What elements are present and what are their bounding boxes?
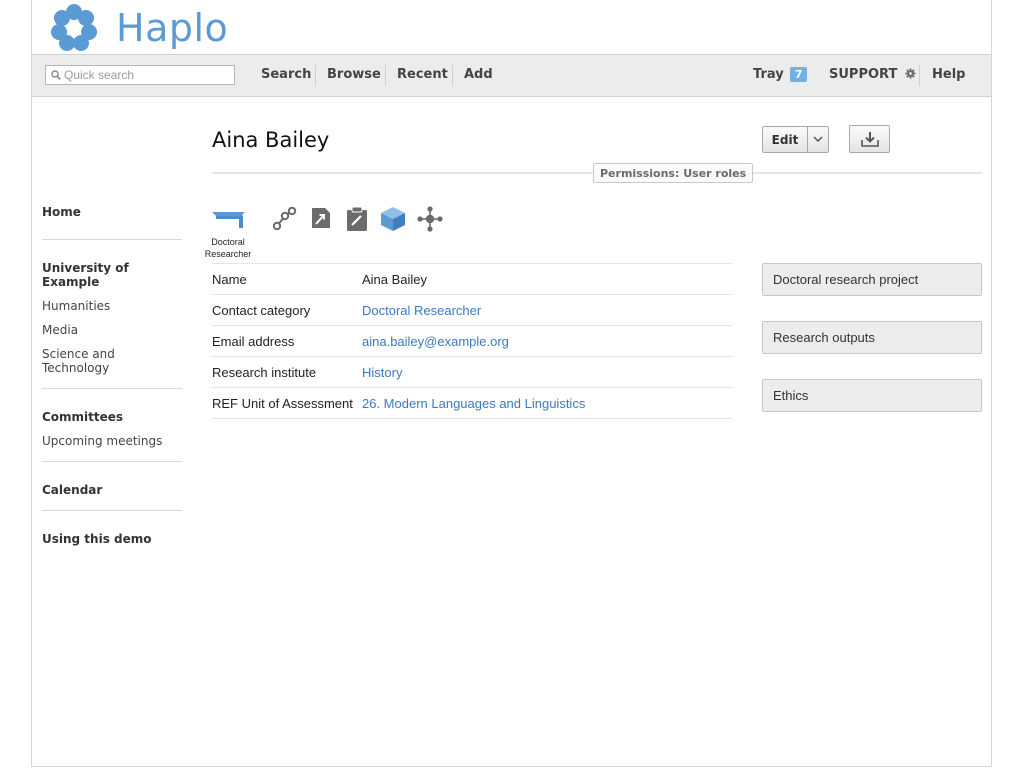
page-title: Aina Bailey	[212, 128, 330, 152]
sidebar-item-calendar[interactable]: Calendar	[42, 483, 182, 497]
tray-label: Tray	[753, 67, 784, 82]
sidebar-divider	[42, 461, 182, 462]
attribute-row: Research institute History	[212, 357, 732, 388]
support-label: SUPPORT	[829, 67, 898, 82]
attribute-label: REF Unit of Assessment	[212, 395, 353, 411]
support-link[interactable]: SUPPORT	[829, 67, 916, 82]
clipboard-icon[interactable]	[346, 206, 368, 232]
cube-icon[interactable]	[380, 206, 406, 232]
attribute-link[interactable]: Doctoral Researcher	[362, 303, 481, 318]
attribute-link[interactable]: 26. Modern Languages and Linguistics	[362, 396, 585, 411]
permissions-badge[interactable]: Permissions: User roles	[593, 163, 754, 183]
sidebar-divider	[42, 388, 182, 389]
quick-search-box[interactable]	[45, 65, 235, 85]
export-button[interactable]	[849, 125, 890, 153]
attribute-row: REF Unit of Assessment 26. Modern Langua…	[212, 388, 732, 419]
nav-add-link[interactable]: Add	[464, 67, 493, 82]
email-link[interactable]: aina.bailey@example.org	[362, 334, 509, 349]
attribute-row: Email address aina.bailey@example.org	[212, 326, 732, 357]
gear-icon	[905, 68, 916, 79]
nav-separator	[385, 65, 386, 86]
chevron-down-icon[interactable]	[808, 127, 828, 152]
attribute-table: Name Aina Bailey Contact category Doctor…	[212, 263, 732, 419]
top-navbar: Search Browse Recent Add Tray 7 SUPPORT H…	[32, 54, 991, 97]
nav-search-link[interactable]: Search	[261, 67, 311, 82]
sidebar-item-university[interactable]: University of Example	[42, 261, 182, 289]
attribute-row: Contact category Doctoral Researcher	[212, 295, 732, 326]
hub-network-icon[interactable]	[417, 206, 443, 232]
attribute-label: Email address	[212, 333, 295, 349]
sidebar-item-upcoming-meetings[interactable]: Upcoming meetings	[42, 434, 182, 448]
tray-count-badge: 7	[789, 67, 808, 82]
external-link-icon[interactable]	[310, 206, 332, 230]
help-link[interactable]: Help	[932, 67, 965, 82]
panel-doctoral-research-project[interactable]: Doctoral research project	[762, 263, 982, 296]
sidebar-divider	[42, 510, 182, 511]
quick-search-input[interactable]	[61, 68, 224, 82]
logo[interactable]: Haplo	[48, 4, 228, 52]
sidebar-item-science-technology[interactable]: Science and Technology	[42, 347, 182, 375]
sidebar-item-home[interactable]: Home	[42, 205, 182, 219]
sidebar-item-humanities[interactable]: Humanities	[42, 299, 182, 313]
attribute-label: Research institute	[212, 364, 317, 380]
nav-separator	[315, 65, 316, 86]
sidebar: Home University of Example Humanities Me…	[42, 200, 182, 546]
nav-browse-link[interactable]: Browse	[327, 67, 381, 82]
tray-link[interactable]: Tray 7	[753, 67, 808, 82]
nav-recent-link[interactable]: Recent	[397, 67, 448, 82]
nav-separator	[452, 65, 453, 86]
flower-logo-icon	[51, 4, 97, 51]
sidebar-item-using-demo[interactable]: Using this demo	[42, 532, 182, 546]
panel-research-outputs[interactable]: Research outputs	[762, 321, 982, 354]
network-graph-icon[interactable]	[272, 206, 298, 232]
edit-button[interactable]: Edit	[762, 126, 829, 153]
sidebar-item-media[interactable]: Media	[42, 323, 182, 337]
nav-separator	[919, 65, 920, 86]
attribute-row: Name Aina Bailey	[212, 264, 732, 295]
attribute-link[interactable]: History	[362, 365, 402, 380]
download-tray-icon	[860, 132, 879, 147]
attribute-value: Aina Bailey	[362, 271, 428, 287]
page-frame: Haplo Search Browse Recent Add Tray 7 SUP…	[31, 0, 992, 767]
brand-name: Haplo	[116, 6, 229, 50]
type-caption: Doctoral Researcher	[204, 237, 252, 259]
sidebar-item-committees[interactable]: Committees	[42, 410, 182, 424]
attribute-label: Contact category	[212, 302, 311, 318]
mortarboard-icon	[212, 212, 245, 228]
attribute-label: Name	[212, 271, 247, 287]
edit-button-label: Edit	[763, 127, 808, 152]
search-icon	[51, 70, 61, 80]
panel-ethics[interactable]: Ethics	[762, 379, 982, 412]
sidebar-divider	[42, 239, 182, 240]
